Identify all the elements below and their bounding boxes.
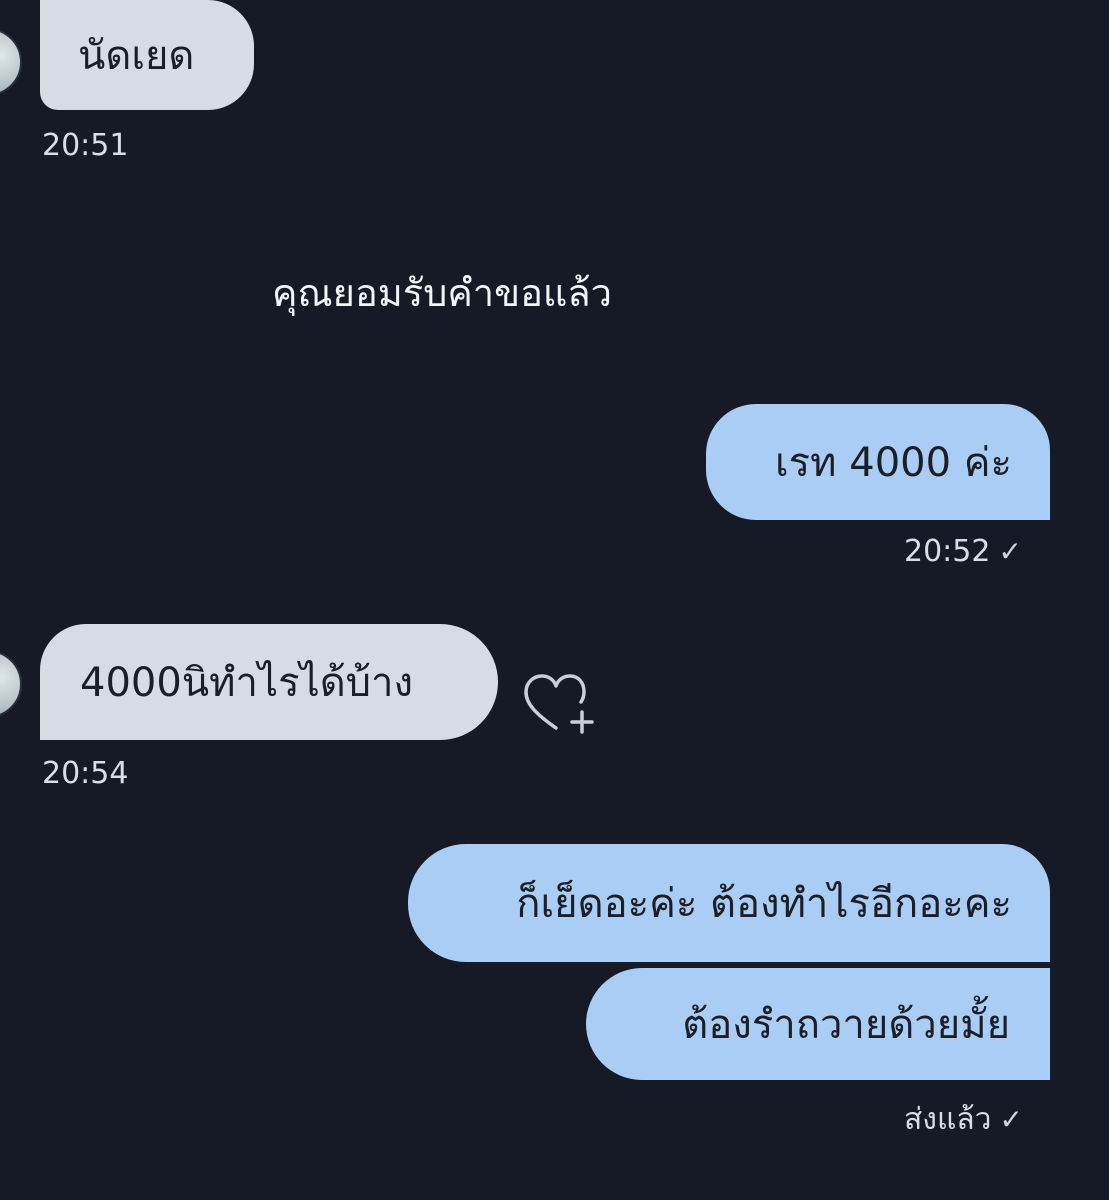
outgoing-message-bubble[interactable]: ต้องรำถวายด้วยมั้ย	[586, 968, 1050, 1080]
outgoing-message-bubble[interactable]: เรท 4000 ค่ะ	[706, 404, 1050, 520]
message-timestamp: 20:54	[42, 756, 129, 791]
heart-plus-icon[interactable]	[520, 668, 600, 738]
check-icon: ✓	[999, 1103, 1023, 1136]
outgoing-message-bubble[interactable]: ก็เย็ดอะค่ะ ต้องทำไรอีกอะคะ	[408, 844, 1050, 962]
message-timestamp: 20:51	[42, 128, 129, 163]
message-text: 4000นิทำไรได้บ้าง	[80, 660, 414, 706]
check-icon: ✓	[998, 535, 1022, 568]
message-text: ก็เย็ดอะค่ะ ต้องทำไรอีกอะคะ	[516, 881, 1012, 927]
message-text: เรท 4000 ค่ะ	[775, 440, 1012, 486]
timestamp-text: 20:52	[904, 534, 991, 569]
message-timestamp: 20:52 ✓	[904, 534, 1022, 569]
contact-avatar[interactable]	[0, 28, 22, 96]
incoming-message-bubble[interactable]: นัดเยด	[40, 0, 254, 110]
message-text: ต้องรำถวายด้วยมั้ย	[682, 1002, 1010, 1048]
system-notice: คุณยอมรับคำขอแล้ว	[272, 271, 613, 315]
message-status: ส่งแล้ว ✓	[904, 1096, 1023, 1143]
contact-avatar[interactable]	[0, 650, 22, 718]
message-text: นัดเยด	[78, 33, 195, 79]
status-text: ส่งแล้ว	[904, 1102, 992, 1137]
incoming-message-bubble[interactable]: 4000นิทำไรได้บ้าง	[40, 624, 498, 740]
